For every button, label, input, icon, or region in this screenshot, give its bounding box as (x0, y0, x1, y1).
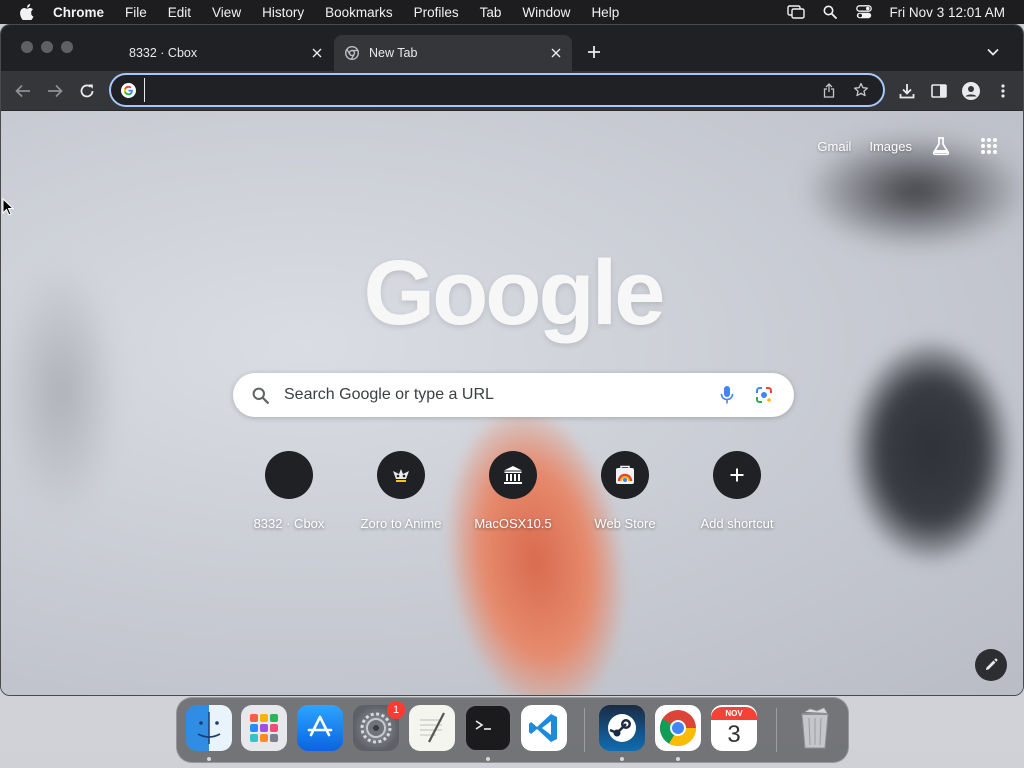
background-image (430, 400, 642, 695)
address-input[interactable] (144, 78, 819, 102)
google-lens-camera-icon[interactable] (753, 384, 775, 406)
ntp-top-links: Gmail Images (799, 135, 1000, 157)
menu-view[interactable]: View (212, 5, 241, 20)
google-g-icon (120, 82, 136, 98)
menubar-clock[interactable]: Fri Nov 3 12:01 AM (889, 5, 1005, 20)
labs-flask-icon[interactable] (930, 135, 952, 157)
shortcut-macosx-museum-icon (489, 451, 537, 499)
plus-icon (713, 451, 761, 499)
macos-dock: 1 NOV 3 (176, 697, 849, 763)
menu-help[interactable]: Help (591, 5, 619, 20)
apple-icon[interactable] (19, 4, 35, 20)
menu-bookmarks[interactable]: Bookmarks (325, 5, 393, 20)
menu-profiles[interactable]: Profiles (414, 5, 459, 20)
menu-edit[interactable]: Edit (168, 5, 191, 20)
tab-title: 8332 · Cbox (129, 46, 198, 60)
shortcut-label: 8332 · Cbox (253, 516, 325, 531)
running-indicator (620, 757, 624, 761)
finder-icon[interactable] (186, 705, 232, 751)
chrome-icon[interactable] (655, 705, 701, 751)
close-window-button[interactable] (21, 41, 33, 53)
spotlight-search-icon[interactable] (819, 0, 841, 24)
tab-strip: 8332 · Cbox New Tab (1, 25, 1023, 71)
new-tab-button[interactable] (584, 42, 604, 62)
share-icon[interactable] (819, 80, 839, 100)
shortcut-tile[interactable]: Zoro to Anime (345, 451, 457, 531)
menu-history[interactable]: History (262, 5, 304, 20)
gmail-link[interactable]: Gmail (817, 139, 851, 154)
google-apps-grid-icon[interactable] (978, 135, 1000, 157)
textedit-icon[interactable] (409, 705, 455, 751)
calendar-icon[interactable]: NOV 3 (711, 705, 757, 751)
trash-icon[interactable] (792, 705, 838, 751)
terminal-icon[interactable] (465, 705, 511, 751)
chrome-window: 8332 · Cbox New Tab Gmail Images Google … (0, 24, 1024, 696)
launchpad-icon[interactable] (241, 705, 287, 751)
vscode-icon[interactable] (521, 705, 567, 751)
calendar-day: 3 (727, 720, 741, 748)
close-tab-icon[interactable] (548, 45, 564, 61)
macos-menubar: Chrome File Edit View History Bookmarks … (0, 0, 1024, 24)
ntp-search-box[interactable]: Search Google or type a URL (233, 373, 794, 417)
window-controls (21, 41, 73, 53)
background-image (851, 341, 1011, 561)
voice-search-mic-icon[interactable] (716, 384, 738, 406)
close-tab-icon[interactable] (309, 45, 325, 61)
more-menu-icon[interactable] (992, 80, 1014, 102)
menu-chrome[interactable]: Chrome (53, 5, 104, 20)
mouse-cursor-icon (2, 198, 14, 216)
shortcut-zoro-icon (377, 451, 425, 499)
app-store-icon[interactable] (297, 705, 343, 751)
tab-search-chevron-down-icon[interactable] (983, 42, 1003, 62)
menubar-status-area: Fri Nov 3 12:01 AM (773, 0, 1024, 24)
images-link[interactable]: Images (869, 139, 912, 154)
shortcut-label: Zoro to Anime (360, 516, 442, 531)
new-tab-page: Gmail Images Google Search Google or typ… (1, 111, 1023, 695)
shortcut-label: Web Store (594, 516, 656, 531)
address-bar[interactable] (109, 73, 885, 107)
google-logo: Google (363, 242, 666, 344)
search-icon (250, 385, 270, 405)
shortcut-web-store-icon (601, 451, 649, 499)
minimize-window-button[interactable] (41, 41, 53, 53)
zoom-window-button[interactable] (61, 41, 73, 53)
dock-separator (584, 708, 585, 752)
menu-tab[interactable]: Tab (480, 5, 502, 20)
tab-title: New Tab (369, 46, 418, 60)
customize-pencil-icon[interactable] (975, 649, 1007, 681)
notification-badge: 1 (387, 701, 405, 719)
side-panel-icon[interactable] (928, 80, 950, 102)
running-indicator (207, 757, 211, 761)
browser-toolbar (1, 71, 1023, 111)
tab-new-tab[interactable]: New Tab (334, 35, 572, 71)
tab-cbox[interactable]: 8332 · Cbox (111, 35, 333, 71)
shortcut-cbox-icon (265, 451, 313, 499)
shortcut-tile[interactable]: Web Store (569, 451, 681, 531)
search-placeholder: Search Google or type a URL (284, 386, 494, 403)
menu-file[interactable]: File (125, 5, 147, 20)
forward-arrow-icon[interactable] (44, 80, 66, 102)
running-indicator (676, 757, 680, 761)
calendar-month: NOV (711, 706, 757, 720)
shortcut-label: MacOSX10.5 (474, 516, 552, 531)
bookmark-star-icon[interactable] (851, 80, 871, 100)
dock-separator (776, 708, 777, 752)
system-settings-icon[interactable]: 1 (353, 701, 405, 751)
running-indicator (486, 757, 490, 761)
shortcut-tile[interactable]: 8332 · Cbox (233, 451, 345, 531)
chrome-favicon-icon (344, 45, 360, 61)
control-center-icon[interactable] (853, 0, 875, 24)
add-shortcut-tile[interactable]: Add shortcut (681, 451, 793, 531)
back-arrow-icon[interactable] (12, 80, 34, 102)
reload-icon[interactable] (76, 80, 98, 102)
steam-icon[interactable] (599, 705, 645, 751)
download-icon[interactable] (896, 80, 918, 102)
screen-mirroring-icon[interactable] (785, 0, 807, 24)
profile-avatar-icon[interactable] (960, 80, 982, 102)
shortcut-label: Add shortcut (700, 516, 774, 531)
shortcut-tile[interactable]: MacOSX10.5 (457, 451, 569, 531)
menu-window[interactable]: Window (522, 5, 570, 20)
